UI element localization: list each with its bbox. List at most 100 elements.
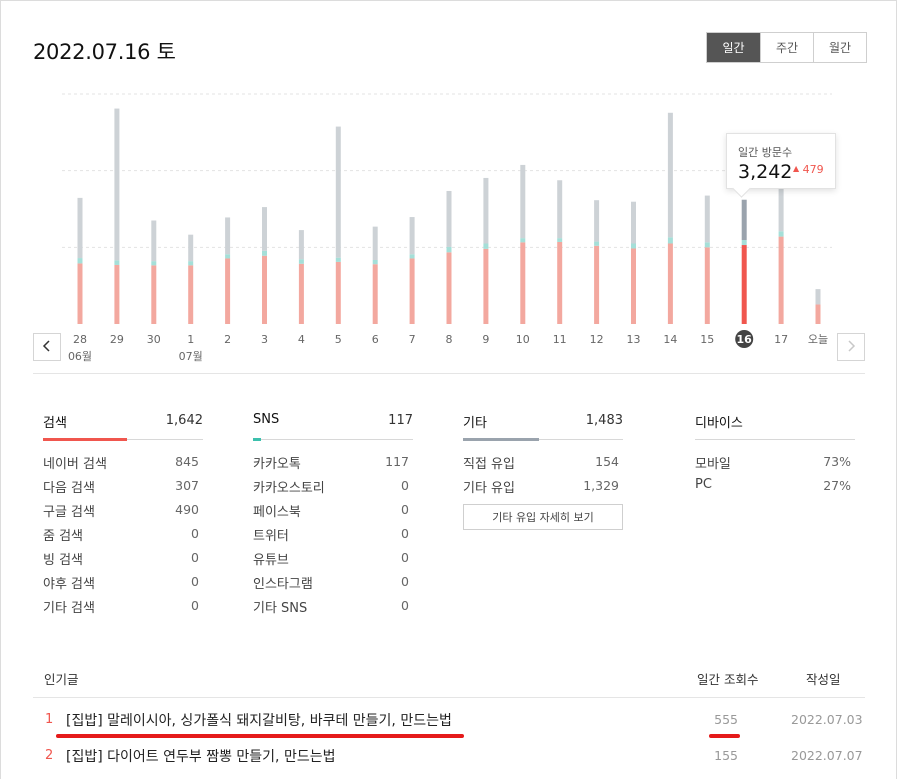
chart-bar-segment[interactable] [225, 217, 231, 255]
chart-bar-segment[interactable] [335, 261, 341, 324]
chart-bar-segment[interactable] [262, 255, 267, 324]
chart-x-tick-label[interactable]: 15 [700, 333, 714, 346]
chart-bar-segment[interactable] [446, 190, 452, 247]
chart-bar-segment[interactable] [446, 246, 452, 253]
chart-bar-segment[interactable] [409, 254, 415, 259]
chart-bar-segment[interactable] [483, 177, 489, 244]
chart-bar-segment[interactable] [151, 220, 157, 262]
chart-bar-segment[interactable] [631, 243, 636, 249]
chart-bar-segment[interactable] [409, 217, 415, 255]
chart-bar-segment[interactable] [557, 238, 563, 242]
chart-bar-segment[interactable] [151, 261, 157, 266]
chart-bar-segment[interactable] [114, 260, 120, 265]
chart-bar-segment[interactable] [483, 243, 489, 249]
chart-x-tick-label[interactable]: 28 [73, 333, 87, 346]
chart-bar-segment[interactable] [704, 242, 710, 248]
chart-bar-segment[interactable] [77, 197, 83, 259]
tooltip-change-value: 479 [802, 163, 824, 176]
chart-bar-segment[interactable] [520, 164, 526, 239]
chart-x-tick-label[interactable]: 16 [737, 333, 753, 346]
chart-bar-segment[interactable] [520, 238, 526, 243]
chart-bar-segment[interactable] [335, 257, 341, 262]
stat-search-total: 1,642 [165, 413, 203, 428]
chart-bar-segment[interactable] [815, 289, 821, 305]
chart-x-tick-label[interactable]: 3 [261, 333, 268, 346]
chart-bar-segment[interactable] [188, 234, 194, 262]
visitor-chart: 28 29 30 1 2 3 4 5 6 7 8 9 10 11 12 13 14 15 16 17 오늘06월 07월 [62, 93, 832, 363]
chart-x-tick-label[interactable]: 10 [516, 333, 530, 346]
chart-x-tick-label[interactable]: 오늘 [808, 333, 828, 346]
chart-bar-segment[interactable] [77, 258, 83, 264]
stat-device-title: 디바이스 [695, 416, 743, 431]
chart-x-tick-label[interactable]: 30 [147, 333, 161, 346]
chart-x-tick-label[interactable]: 4 [298, 333, 305, 346]
post-date: 2022.07.07 [791, 748, 863, 763]
chart-x-tick-label[interactable]: 13 [627, 333, 641, 346]
chart-x-tick-label[interactable]: 1 [187, 333, 194, 346]
chart-bar-segment[interactable] [372, 259, 378, 265]
chart-bar-segment[interactable] [667, 243, 673, 325]
chart-bar-segment[interactable] [262, 207, 267, 251]
chart-bar-segment[interactable] [298, 259, 304, 264]
tab-weekly[interactable]: 주간 [760, 33, 813, 62]
chart-bar-segment[interactable] [409, 258, 415, 324]
next-button[interactable] [837, 333, 865, 361]
chart-bar-segment[interactable] [594, 200, 600, 242]
chart-x-tick-label[interactable]: 7 [409, 333, 416, 346]
chart-bar-segment[interactable] [778, 231, 784, 237]
chart-x-tick-label[interactable]: 12 [590, 333, 604, 346]
chart-bar-segment[interactable] [667, 237, 673, 244]
stat-row: 빙 검색 0 [43, 536, 203, 568]
chart-bar-segment[interactable] [188, 265, 194, 324]
chart-bar-segment[interactable] [225, 254, 231, 259]
chart-bar-segment[interactable] [262, 250, 267, 256]
post-title-link[interactable]: [집밥] 말레이시아, 싱가폴식 돼지갈비탕, 바쿠테 만들기, 만드는법 [66, 710, 452, 730]
chart-bar-segment[interactable] [372, 264, 378, 324]
chart-bar-segment[interactable] [520, 242, 526, 324]
chart-bar-segment[interactable] [77, 263, 83, 324]
chart-bar-segment[interactable] [114, 264, 120, 324]
prev-button[interactable] [33, 333, 61, 361]
chart-bar-segment[interactable] [446, 252, 452, 324]
tab-daily[interactable]: 일간 [707, 33, 760, 62]
chart-x-tick-label[interactable]: 5 [335, 333, 342, 346]
chart-bar-segment[interactable] [335, 126, 341, 258]
chart-bar-segment[interactable] [298, 263, 304, 324]
chart-bar-segment[interactable] [741, 199, 747, 241]
chart-bar-segment[interactable] [704, 195, 710, 243]
popular-date-heading: 작성일 [806, 672, 841, 687]
post-title-link[interactable]: [집밥] 다이어트 연두부 짬뽕 만들기, 만드는법 [66, 746, 335, 766]
chart-bar-segment[interactable] [741, 245, 747, 324]
chart-bar-segment[interactable] [483, 248, 489, 324]
chart-bar-segment[interactable] [557, 241, 563, 324]
chart-bar-segment[interactable] [778, 236, 784, 324]
chart-x-tick-label[interactable]: 6 [372, 333, 379, 346]
chart-bar-segment[interactable] [151, 265, 157, 324]
chart-x-tick-label[interactable]: 11 [553, 333, 567, 346]
chart-bar-segment[interactable] [225, 258, 231, 324]
chart-x-tick-label[interactable]: 8 [446, 333, 453, 346]
chart-x-tick-label[interactable]: 9 [482, 333, 489, 346]
chart-bar-segment[interactable] [667, 112, 673, 238]
chart-bar-segment[interactable] [594, 245, 600, 324]
chart-bar-segment[interactable] [631, 248, 636, 324]
chart-x-tick-label[interactable]: 14 [663, 333, 677, 346]
chart-x-tick-label[interactable]: 29 [110, 333, 124, 346]
stat-sns-header: SNS 117 [253, 409, 413, 441]
chart-bar-segment[interactable] [188, 261, 194, 266]
chart-x-tick-label[interactable]: 2 [224, 333, 231, 346]
chart-x-tick-label[interactable]: 17 [774, 333, 788, 346]
chart-bar-segment[interactable] [631, 201, 636, 244]
tab-monthly[interactable]: 월간 [813, 33, 866, 62]
chart-bar-segment[interactable] [114, 108, 120, 261]
chart-bar-segment[interactable] [298, 230, 304, 260]
stat-row: 야후 검색 0 [43, 560, 203, 592]
chart-bar-segment[interactable] [557, 180, 563, 239]
chart-bar-segment[interactable] [741, 240, 747, 246]
chart-bar-segment[interactable] [372, 226, 378, 260]
other-inflow-detail-button[interactable]: 기타 유입 자세히 보기 [463, 504, 623, 530]
stat-row: 다음 검색 307 [43, 464, 203, 496]
chart-bar-segment[interactable] [815, 304, 821, 324]
chart-bar-segment[interactable] [704, 247, 710, 324]
chart-bar-segment[interactable] [594, 241, 600, 246]
